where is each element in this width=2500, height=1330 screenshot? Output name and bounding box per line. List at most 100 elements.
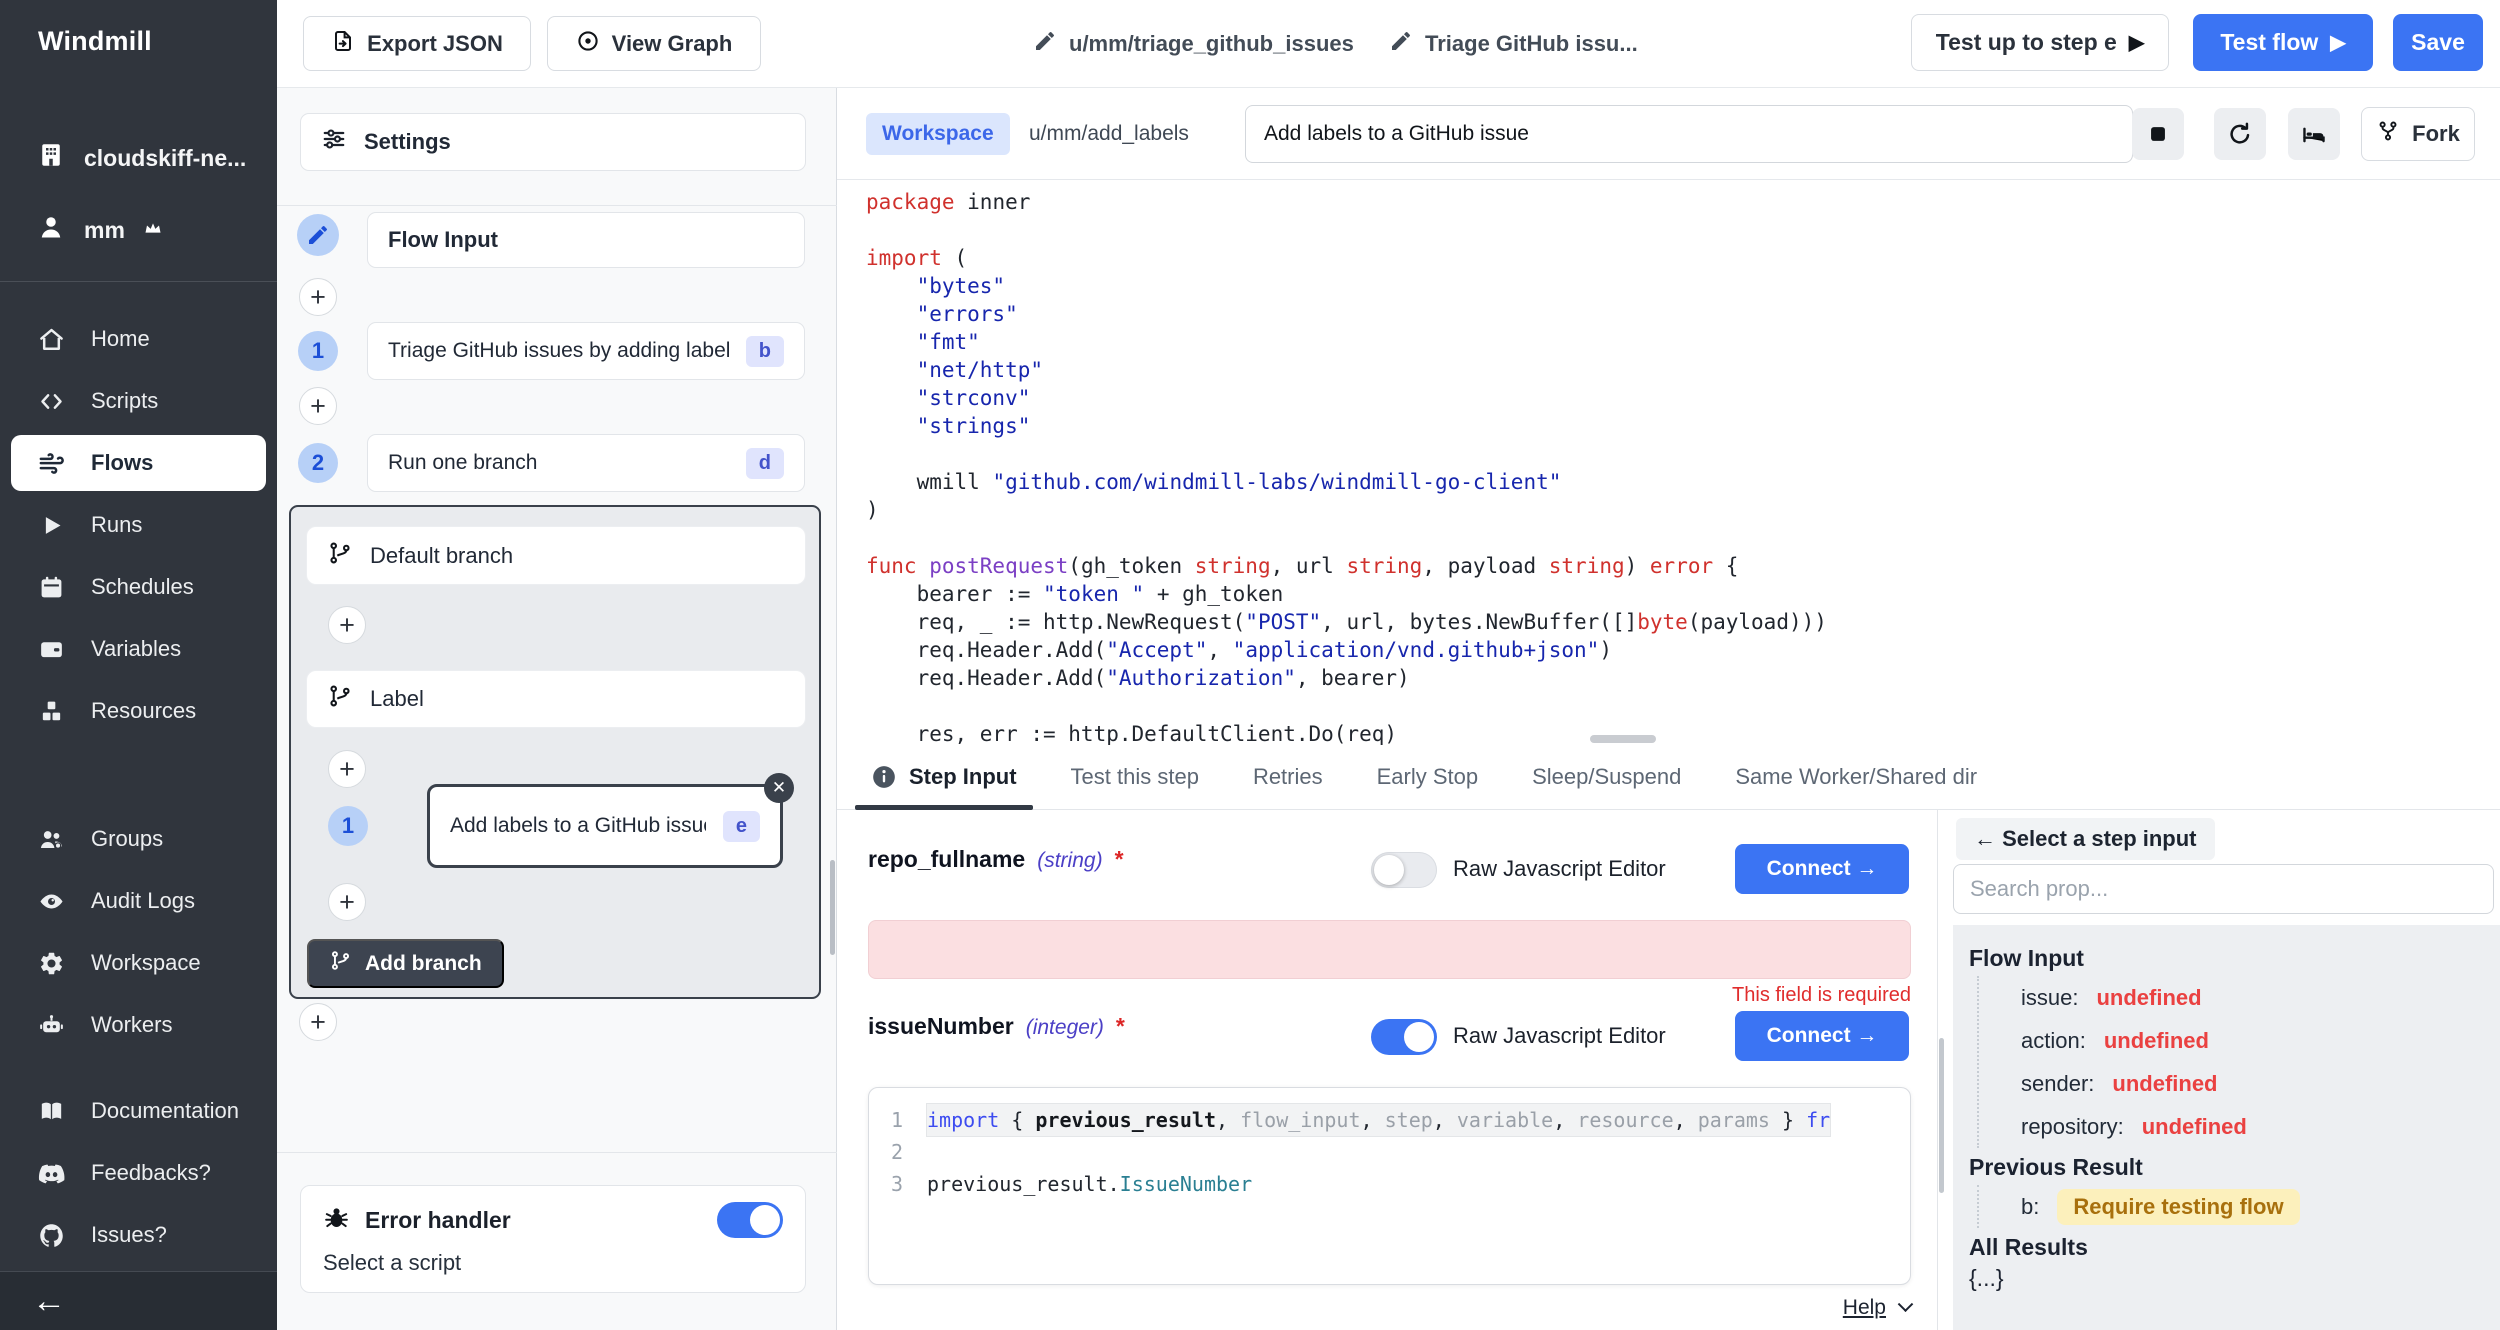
stop-button[interactable] <box>2132 108 2184 160</box>
robot-icon <box>38 1012 65 1039</box>
sidebar-item-runs[interactable]: Runs <box>0 494 277 556</box>
tab-label: Test this step <box>1071 764 1199 790</box>
remove-step-icon[interactable]: ✕ <box>764 773 794 803</box>
breadcrumb-flow-title[interactable]: Triage GitHub issu... <box>1389 0 1638 88</box>
go-code-editor[interactable]: package inner import ( "bytes" "errors" … <box>837 180 2500 745</box>
sidebar-item-label: Feedbacks? <box>91 1160 211 1186</box>
help-link-row: Help <box>868 1296 1911 1320</box>
step-id-badge: e <box>723 811 760 842</box>
select-step-input-header[interactable]: ← Select a step input <box>1956 818 2215 860</box>
sidebar-item-variables[interactable]: Variables <box>0 618 277 680</box>
scrollbar-thumb[interactable] <box>1939 1038 1944 1193</box>
tab-sleep-suspend[interactable]: Sleep/Suspend <box>1532 745 1681 810</box>
prop-entry-repository[interactable]: repository:undefined <box>2021 1105 2485 1148</box>
building-icon <box>36 140 66 176</box>
line-number: 1 <box>869 1104 927 1136</box>
prop-value: undefined <box>2112 1071 2217 1097</box>
export-json-button[interactable]: Export JSON <box>303 16 531 71</box>
js-code-line: 2 <box>869 1136 1910 1168</box>
tab-early-stop[interactable]: Early Stop <box>1377 745 1479 810</box>
add-step-button[interactable]: + <box>299 1003 337 1041</box>
flow-step-node[interactable]: Run one branch d <box>367 434 805 492</box>
code-line: "errors" <box>866 300 2500 328</box>
line-number: 3 <box>869 1168 927 1200</box>
add-step-button[interactable]: + <box>328 606 366 644</box>
prop-entry-issue[interactable]: issue:undefined <box>2021 976 2485 1019</box>
sidebar-item-audit-logs[interactable]: Audit Logs <box>0 870 277 932</box>
code-line: "net/http" <box>866 356 2500 384</box>
flow-step-node[interactable]: Triage GitHub issues by adding labels ..… <box>367 322 805 380</box>
add-step-button[interactable]: + <box>299 278 337 316</box>
sidebar-item-workspace[interactable]: Workspace <box>0 932 277 994</box>
flow-settings-button[interactable]: Settings <box>300 113 806 171</box>
connect-button-issue-number[interactable]: Connect → <box>1735 1011 1909 1061</box>
repo-fullname-input[interactable] <box>868 920 1911 979</box>
workspace-selector[interactable]: cloudskiff-ne... <box>36 140 246 176</box>
sidebar-item-feedbacks[interactable]: Feedbacks? <box>0 1142 277 1204</box>
tab-same-worker-shared-dir[interactable]: Same Worker/Shared dir <box>1735 745 1977 810</box>
tab-step-input[interactable]: Step Input <box>871 745 1017 810</box>
prop-entry-action[interactable]: action:undefined <box>2021 1019 2485 1062</box>
chevron-down-icon[interactable] <box>1898 1296 1914 1312</box>
search-prop-input[interactable] <box>1953 864 2494 914</box>
fork-button[interactable]: Fork <box>2361 107 2475 161</box>
refresh-icon[interactable] <box>2214 108 2266 160</box>
code-line: "strings" <box>866 412 2500 440</box>
prop-entry-b[interactable]: b:Require testing flow <box>2021 1185 2485 1228</box>
code-line: func postRequest(gh_token string, url st… <box>866 552 2500 580</box>
prop-value: undefined <box>2104 1028 2209 1054</box>
home-icon <box>38 326 65 353</box>
prop-entry-list: b:Require testing flow <box>1977 1185 2485 1228</box>
test-up-to-step-button[interactable]: Test up to step e ▶ <box>1911 14 2169 71</box>
scrollbar-thumb[interactable] <box>830 860 835 955</box>
horizontal-scrollbar-thumb[interactable] <box>1590 735 1656 743</box>
diff-editor-icon[interactable] <box>2288 108 2340 160</box>
default-branch-label: Default branch <box>370 543 513 569</box>
user-menu[interactable]: mm <box>36 212 163 248</box>
flow-input-node[interactable]: Flow Input <box>367 212 805 268</box>
tab-retries[interactable]: Retries <box>1253 745 1323 810</box>
sidebar-item-flows[interactable]: Flows <box>11 435 266 491</box>
all-results-json[interactable]: {...} <box>1969 1265 2485 1292</box>
git-fork-icon <box>2376 119 2400 149</box>
js-expression-editor[interactable]: 1import { previous_result, flow_input, s… <box>868 1087 1911 1285</box>
breadcrumb-flow-path[interactable]: u/mm/triage_github_issues <box>1033 0 1354 88</box>
add-step-button[interactable]: + <box>328 883 366 921</box>
sidebar-item-groups[interactable]: Groups <box>0 808 277 870</box>
test-flow-label: Test flow <box>2220 29 2318 56</box>
pencil-icon <box>1033 29 1057 59</box>
code-line <box>866 692 2500 720</box>
prop-entry-sender[interactable]: sender:undefined <box>2021 1062 2485 1105</box>
step-summary-input[interactable] <box>1245 105 2133 163</box>
view-graph-button[interactable]: View Graph <box>547 16 761 71</box>
add-step-button[interactable]: + <box>299 387 337 425</box>
sidebar-item-workers[interactable]: Workers <box>0 994 277 1056</box>
test-flow-button[interactable]: Test flow ▶ <box>2193 14 2373 71</box>
sidebar-item-documentation[interactable]: Documentation <box>0 1080 277 1142</box>
sidebar-item-schedules[interactable]: Schedules <box>0 556 277 618</box>
sidebar-item-label: Resources <box>91 698 196 724</box>
gear-icon <box>38 950 65 977</box>
save-button[interactable]: Save <box>2393 14 2483 71</box>
sidebar-item-resources[interactable]: Resources <box>0 680 277 742</box>
raw-js-toggle-repo-fullname[interactable] <box>1371 852 1437 888</box>
raw-js-toggle-issue-number[interactable] <box>1371 1019 1437 1055</box>
help-link[interactable]: Help <box>1843 1296 1886 1319</box>
tab-test-this-step[interactable]: Test this step <box>1071 745 1199 810</box>
code-line: wmill "github.com/windmill-labs/windmill… <box>866 468 2500 496</box>
git-branch-icon <box>327 540 353 572</box>
sidebar-item-scripts[interactable]: Scripts <box>0 370 277 432</box>
add-step-button[interactable]: + <box>328 750 366 788</box>
sidebar-item-label: Audit Logs <box>91 888 195 914</box>
error-handler-subtitle[interactable]: Select a script <box>323 1250 783 1276</box>
error-handler-toggle[interactable] <box>717 1202 783 1238</box>
label-branch-node[interactable]: Label <box>307 671 805 727</box>
connect-button-repo-fullname[interactable]: Connect → <box>1735 844 1909 894</box>
prop-value: Require testing flow <box>2057 1189 2299 1225</box>
collapse-sidebar-icon[interactable]: ← <box>32 1284 66 1318</box>
add-branch-button[interactable]: Add branch <box>307 939 504 988</box>
sidebar-item-issues[interactable]: Issues? <box>0 1204 277 1266</box>
sidebar-item-home[interactable]: Home <box>0 308 277 370</box>
default-branch-node[interactable]: Default branch <box>307 527 805 584</box>
selected-step-node[interactable]: Add labels to a GitHub issue e ✕ <box>427 784 783 868</box>
